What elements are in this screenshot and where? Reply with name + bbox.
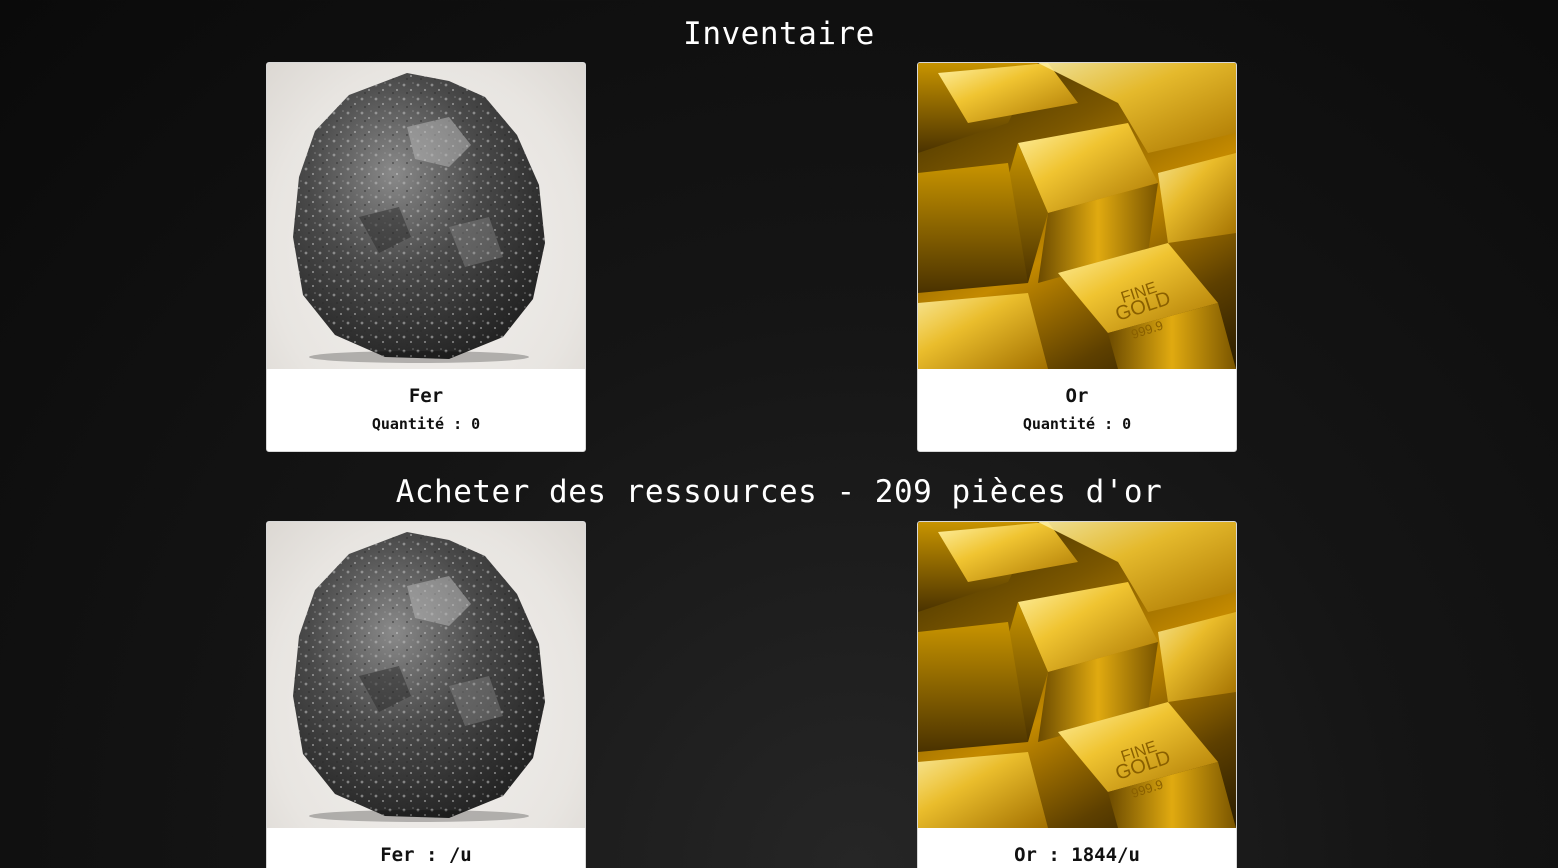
resource-quantity: Quantité : 0: [371, 415, 481, 433]
inventory-card-iron: Fer Quantité : 0: [266, 62, 586, 452]
inventory-card-gold: FINE GOLD 999.9 Or Quantité : 0: [917, 62, 1237, 452]
shop-card-gold[interactable]: FINE GOLD 999.9 Or : 1844/u: [917, 521, 1237, 868]
iron-ore-image: [267, 63, 585, 369]
gold-bars-image: FINE GOLD 999.9: [918, 63, 1236, 369]
shop-item-price: Fer : /u: [380, 844, 472, 866]
gold-bars-image[interactable]: FINE GOLD 999.9: [918, 522, 1236, 828]
resource-name: Or: [1065, 385, 1089, 407]
inventory-title: Inventaire: [683, 16, 875, 52]
resource-name: Fer: [408, 385, 444, 407]
shop-item-price: Or : 1844/u: [1014, 844, 1140, 866]
resource-quantity: Quantité : 0: [1022, 415, 1132, 433]
shop-title: Acheter des ressources - 209 pièces d'or: [395, 474, 1163, 510]
iron-ore-image[interactable]: [267, 522, 585, 828]
shop-card-iron[interactable]: Fer : /u: [266, 521, 586, 868]
